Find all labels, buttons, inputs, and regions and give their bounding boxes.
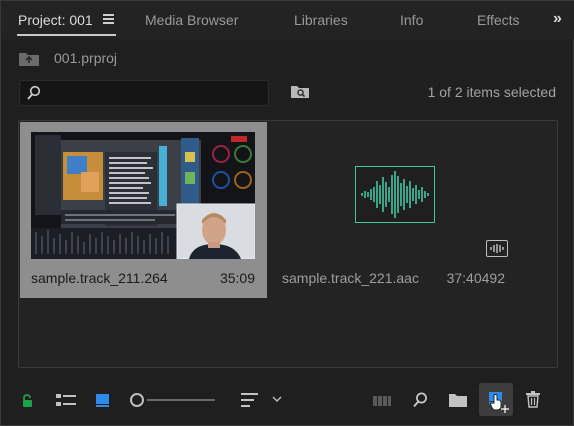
clip-name: sample.track_211.264 <box>31 270 168 286</box>
clip-name: sample.track_221.aac <box>282 270 419 286</box>
automate-to-sequence-icon[interactable] <box>372 394 392 408</box>
project-panel: Project: 001 Media Browser Libraries Inf… <box>0 0 574 426</box>
tab-project[interactable]: Project: 001 <box>18 12 93 28</box>
sort-icon[interactable] <box>240 391 260 409</box>
clip-duration: 35:09 <box>219 270 255 286</box>
clip-item-audio[interactable]: sample.track_221.aac 37:40492 <box>271 122 517 298</box>
audio-waveform-badge-icon <box>486 240 508 257</box>
video-thumbnail <box>31 132 255 259</box>
search-icon <box>27 85 41 100</box>
new-bin-icon[interactable] <box>448 392 468 408</box>
hamburger-icon[interactable] <box>103 14 114 24</box>
folder-up-icon[interactable] <box>18 50 40 67</box>
active-tab-underline <box>17 34 116 36</box>
search-input[interactable] <box>19 80 269 106</box>
tab-media-browser[interactable]: Media Browser <box>145 12 238 28</box>
project-path: 001.prproj <box>54 50 118 66</box>
new-item-icon <box>489 392 509 413</box>
clip-item-video[interactable]: sample.track_211.264 35:09 <box>20 122 267 298</box>
zoom-slider-handle[interactable] <box>130 393 144 407</box>
trash-icon[interactable] <box>525 390 541 409</box>
selection-status: 1 of 2 items selected <box>427 84 556 100</box>
list-view-icon[interactable] <box>55 392 77 408</box>
tab-info[interactable]: Info <box>400 12 423 28</box>
panel-tab-bar: Project: 001 Media Browser Libraries Inf… <box>1 1 574 39</box>
zoom-slider[interactable] <box>147 399 215 401</box>
audio-waveform-thumbnail <box>355 166 435 223</box>
find-icon[interactable] <box>412 391 428 409</box>
new-item-button[interactable] <box>479 383 513 416</box>
tab-effects[interactable]: Effects <box>477 12 520 28</box>
lock-icon[interactable] <box>20 393 36 409</box>
chevron-double-right-icon[interactable]: » <box>553 10 562 28</box>
new-search-bin-icon[interactable] <box>290 83 310 99</box>
bin-content-area[interactable]: sample.track_211.264 35:09 sample.track_… <box>18 120 558 368</box>
clip-duration: 37:40492 <box>446 270 505 286</box>
icon-view-icon[interactable] <box>95 392 111 408</box>
chevron-down-icon[interactable] <box>271 394 283 404</box>
tab-libraries[interactable]: Libraries <box>294 12 348 28</box>
